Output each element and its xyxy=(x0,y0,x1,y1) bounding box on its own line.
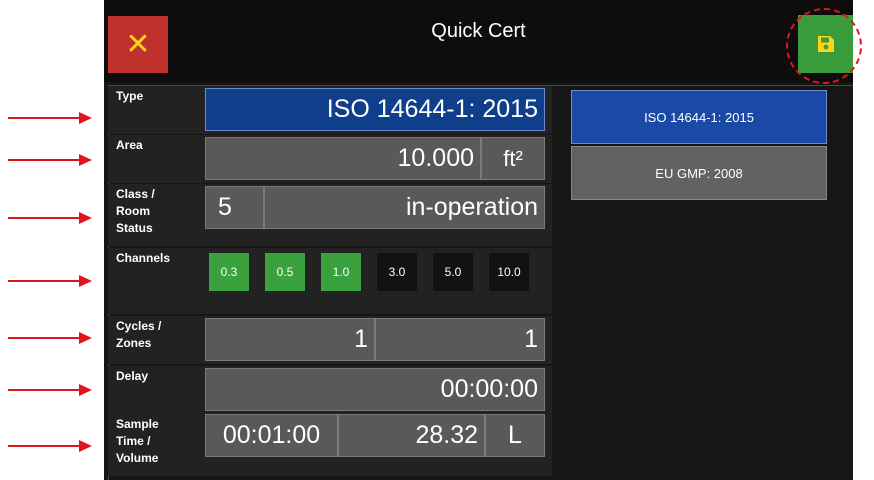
annotation-arrow-icon xyxy=(8,384,92,396)
sample-volume-field[interactable]: 28.32 xyxy=(338,414,485,457)
annotation-arrow-icon xyxy=(8,112,92,124)
cycles-label: Cycles / Zones xyxy=(116,318,196,352)
cycles-row: Cycles / Zones 1 1 xyxy=(108,316,552,364)
annotation-arrow-icon xyxy=(8,440,92,452)
annotation-arrow-icon xyxy=(8,275,92,287)
top-bar: ✕ Quick Cert xyxy=(104,0,853,82)
zones-field[interactable]: 1 xyxy=(375,318,545,361)
area-field[interactable]: 10.000 xyxy=(205,137,481,180)
page-title: Quick Cert xyxy=(431,20,526,42)
channel-button[interactable]: 1.0 xyxy=(321,253,361,291)
standard-option-iso[interactable]: ISO 14644-1: 2015 xyxy=(571,90,827,144)
channels-label: Channels xyxy=(116,251,171,265)
class-label-line: Status xyxy=(116,221,153,235)
type-row: Type ISO 14644-1: 2015 xyxy=(108,86,552,134)
class-label-line: Room xyxy=(116,204,150,218)
area-value: 10.000 xyxy=(397,144,474,172)
class-label-line: Class / xyxy=(116,187,155,201)
channel-button[interactable]: 3.0 xyxy=(377,253,417,291)
sample-volume-value: 28.32 xyxy=(415,421,478,449)
sample-unit-field[interactable]: L xyxy=(485,414,545,457)
type-value: ISO 14644-1: 2015 xyxy=(326,95,538,123)
channel-button[interactable]: 0.3 xyxy=(209,253,249,291)
annotation-arrow-icon xyxy=(8,212,92,224)
zones-value: 1 xyxy=(524,325,538,353)
type-field[interactable]: ISO 14644-1: 2015 xyxy=(205,88,545,131)
cycles-label-line: Cycles / xyxy=(116,319,162,333)
channel-button[interactable]: 0.5 xyxy=(265,253,305,291)
annotation-highlight-circle xyxy=(786,8,862,84)
cycles-value: 1 xyxy=(354,325,368,353)
channels-row: Channels 0.3 0.5 1.0 3.0 5.0 10.0 xyxy=(108,248,552,314)
type-label: Type xyxy=(116,89,144,103)
area-unit: ft² xyxy=(503,145,523,171)
delay-row: Delay 00:00:00 xyxy=(108,366,552,414)
sample-unit: L xyxy=(508,421,522,449)
quick-cert-screen: ✕ Quick Cert Type ISO 14644-1: 2015 Area… xyxy=(104,0,853,480)
area-unit-field[interactable]: ft² xyxy=(481,137,545,180)
area-label: Area xyxy=(116,138,143,152)
annotation-arrow-icon xyxy=(8,154,92,166)
room-status-value: in-operation xyxy=(405,193,538,221)
class-row: Class / Room Status 5 in-operation xyxy=(108,184,552,246)
delay-label: Delay xyxy=(116,369,149,383)
delay-value: 00:00:00 xyxy=(440,375,538,403)
area-row: Area 10.000 ft² xyxy=(108,135,552,183)
sample-label: Sample Time / Volume xyxy=(116,416,196,467)
channel-button[interactable]: 10.0 xyxy=(489,253,529,291)
sample-row: Sample Time / Volume 00:01:00 28.32 L xyxy=(108,414,552,476)
sample-label-line: Volume xyxy=(116,451,159,465)
sample-time-field[interactable]: 00:01:00 xyxy=(205,414,338,457)
sample-label-line: Time / xyxy=(116,434,151,448)
class-field[interactable]: 5 xyxy=(205,186,264,229)
delay-field[interactable]: 00:00:00 xyxy=(205,368,545,411)
standard-option-eu-gmp[interactable]: EU GMP: 2008 xyxy=(571,146,827,200)
channel-button[interactable]: 5.0 xyxy=(433,253,473,291)
cycles-label-line: Zones xyxy=(116,336,152,350)
cycles-field[interactable]: 1 xyxy=(205,318,375,361)
room-status-field[interactable]: in-operation xyxy=(264,186,545,229)
class-value: 5 xyxy=(218,193,232,221)
sample-time-value: 00:01:00 xyxy=(222,421,321,449)
class-label: Class / Room Status xyxy=(116,186,196,237)
annotation-arrow-icon xyxy=(8,332,92,344)
sample-label-line: Sample xyxy=(116,417,159,431)
